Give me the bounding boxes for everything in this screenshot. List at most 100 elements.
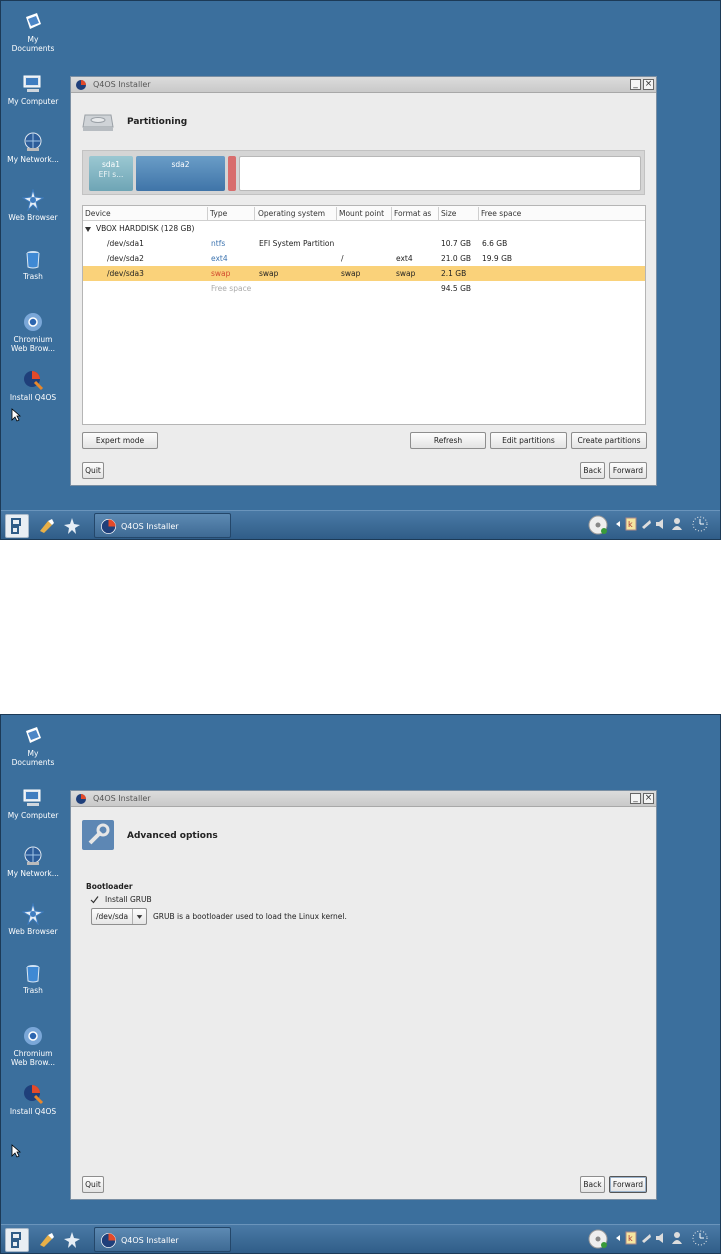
expand-triangle-icon[interactable] — [85, 226, 91, 232]
quit-button[interactable]: Quit — [82, 462, 104, 479]
start-menu-button[interactable] — [5, 514, 29, 538]
desktop-icon-label: Install Q4OS — [9, 393, 57, 402]
desktop-icon-install-q4os[interactable]: Install Q4OS — [7, 369, 59, 402]
column-separator — [254, 207, 255, 220]
start-menu-button[interactable] — [5, 1228, 29, 1252]
install-grub-label[interactable]: Install GRUB — [105, 895, 152, 904]
tray-expand-arrow-icon[interactable] — [615, 517, 621, 531]
back-button[interactable]: Back — [580, 462, 605, 479]
expert-mode-button[interactable]: Expert mode — [82, 432, 158, 449]
column-header-mount[interactable]: Mount point — [339, 209, 384, 218]
bootloader-device-select[interactable]: /dev/sda — [91, 908, 147, 925]
column-header-free[interactable]: Free space — [481, 209, 521, 218]
web-browser-launcher-icon[interactable] — [63, 517, 81, 535]
column-header-device[interactable]: Device — [85, 209, 111, 218]
desktop-icon[interactable] — [38, 517, 56, 535]
desktop-icon-label: Trash — [23, 986, 43, 995]
installer-window: Q4OS Installer _ × Advanced options Boot… — [70, 790, 657, 1200]
taskbar: Q4OS Installer k — [1, 510, 720, 539]
desktop-icon-my-computer[interactable]: My Computer — [7, 787, 59, 820]
cell-format: swap — [396, 269, 416, 278]
table-row[interactable]: Free space 94.5 GB — [83, 281, 645, 296]
desktop-icon-label: My Documents — [11, 35, 55, 53]
cell-size: 2.1 GB — [441, 269, 467, 278]
clock-icon[interactable] — [691, 515, 709, 533]
partition-segment-sda3[interactable] — [228, 156, 236, 191]
volume-icon[interactable] — [655, 517, 667, 531]
desktop-icon-trash[interactable]: Trash — [7, 248, 59, 281]
partition-segment-free-space[interactable] — [239, 156, 641, 191]
desktop-icon-label: My Network... — [7, 869, 59, 878]
web-browser-icon — [22, 189, 44, 211]
installer-window: Q4OS Installer _ × Partitioning sda1 EFI… — [70, 76, 657, 486]
install-grub-checkbox[interactable] — [90, 895, 99, 904]
close-button[interactable]: × — [643, 79, 654, 90]
table-header: Device Type Operating system Mount point… — [83, 206, 645, 221]
forward-button[interactable]: Forward — [609, 462, 647, 479]
create-partitions-button[interactable]: Create partitions — [571, 432, 647, 449]
computer-icon — [23, 789, 41, 806]
desktop-icon-label: Chromium Web Brow... — [11, 335, 55, 353]
column-header-type[interactable]: Type — [210, 209, 227, 218]
refresh-button[interactable]: Refresh — [410, 432, 486, 449]
table-row-disk[interactable]: VBOX HARDDISK (128 GB) — [83, 221, 645, 236]
desktop-icon-trash[interactable]: Trash — [7, 962, 59, 995]
tray-expand-arrow-icon[interactable] — [615, 1231, 621, 1245]
table-row[interactable]: /dev/sda2 ext4 / ext4 21.0 GB 19.9 GB — [83, 251, 645, 266]
desktop-icon-my-network[interactable]: My Network... — [7, 845, 59, 878]
keyboard-layout-icon[interactable]: k — [625, 517, 637, 531]
partition-segment-sda1[interactable]: sda1 EFI s... — [89, 156, 133, 191]
forward-button[interactable]: Forward — [609, 1176, 647, 1193]
desktop-icon-chromium[interactable]: Chromium Web Brow... — [7, 1025, 59, 1067]
partition-segment-sda2[interactable]: sda2 — [136, 156, 225, 191]
q4os-install-icon — [24, 371, 44, 391]
cd-drive-icon[interactable] — [587, 514, 609, 536]
task-label: Q4OS Installer — [121, 522, 179, 531]
taskbar-task-installer[interactable]: Q4OS Installer — [94, 513, 231, 538]
desktop-icon-label: Install Q4OS — [9, 1107, 57, 1116]
grub-description: GRUB is a bootloader used to load the Li… — [153, 912, 347, 921]
window-titlebar[interactable]: Q4OS Installer _ × — [71, 77, 656, 93]
desktop-icon-my-documents[interactable]: My Documents — [7, 725, 59, 767]
quit-button[interactable]: Quit — [82, 1176, 104, 1193]
network-tray-icon[interactable] — [640, 517, 652, 531]
screenshot-partitioning: My Documents My Computer My Network... W… — [0, 0, 721, 540]
window-title: Q4OS Installer — [93, 794, 151, 803]
column-header-os[interactable]: Operating system — [258, 209, 325, 218]
clock-icon[interactable] — [691, 1229, 709, 1247]
cell-mount: swap — [341, 269, 361, 278]
network-tray-icon[interactable] — [640, 1231, 652, 1245]
table-row-selected[interactable]: /dev/sda3 swap swap swap swap 2.1 GB — [83, 266, 645, 281]
cd-drive-icon[interactable] — [587, 1228, 609, 1250]
edit-partitions-button[interactable]: Edit partitions — [490, 432, 567, 449]
desktop-icon-install-q4os[interactable]: Install Q4OS — [7, 1083, 59, 1116]
web-browser-launcher-icon[interactable] — [63, 1231, 81, 1249]
minimize-button[interactable]: _ — [630, 79, 641, 90]
window-titlebar[interactable]: Q4OS Installer _ × — [71, 791, 656, 807]
table-row[interactable]: /dev/sda1 ntfs EFI System Partition 10.7… — [83, 236, 645, 251]
desktop-icon[interactable] — [38, 1231, 56, 1249]
close-button[interactable]: × — [643, 793, 654, 804]
column-header-format[interactable]: Format as — [394, 209, 431, 218]
desktop-icon-label: Web Browser — [8, 213, 58, 222]
mouse-cursor-icon — [11, 1144, 21, 1158]
taskbar-task-installer[interactable]: Q4OS Installer — [94, 1227, 231, 1252]
chevron-down-icon — [132, 909, 143, 924]
desktop-icon-my-network[interactable]: My Network... — [7, 131, 59, 164]
column-separator — [336, 207, 337, 220]
network-icon — [24, 132, 42, 151]
desktop-icon-my-documents[interactable]: My Documents — [7, 11, 59, 53]
keyboard-layout-icon[interactable]: k — [625, 1231, 637, 1245]
desktop-icon-chromium[interactable]: Chromium Web Brow... — [7, 311, 59, 353]
volume-icon[interactable] — [655, 1231, 667, 1245]
user-icon[interactable] — [671, 1231, 683, 1245]
desktop-icon-web-browser[interactable]: Web Browser — [7, 189, 59, 222]
user-icon[interactable] — [671, 517, 683, 531]
desktop-icon-my-computer[interactable]: My Computer — [7, 73, 59, 106]
minimize-button[interactable]: _ — [630, 793, 641, 804]
web-browser-icon — [22, 903, 44, 925]
column-header-size[interactable]: Size — [441, 209, 456, 218]
column-separator — [478, 207, 479, 220]
back-button[interactable]: Back — [580, 1176, 605, 1193]
desktop-icon-web-browser[interactable]: Web Browser — [7, 903, 59, 936]
